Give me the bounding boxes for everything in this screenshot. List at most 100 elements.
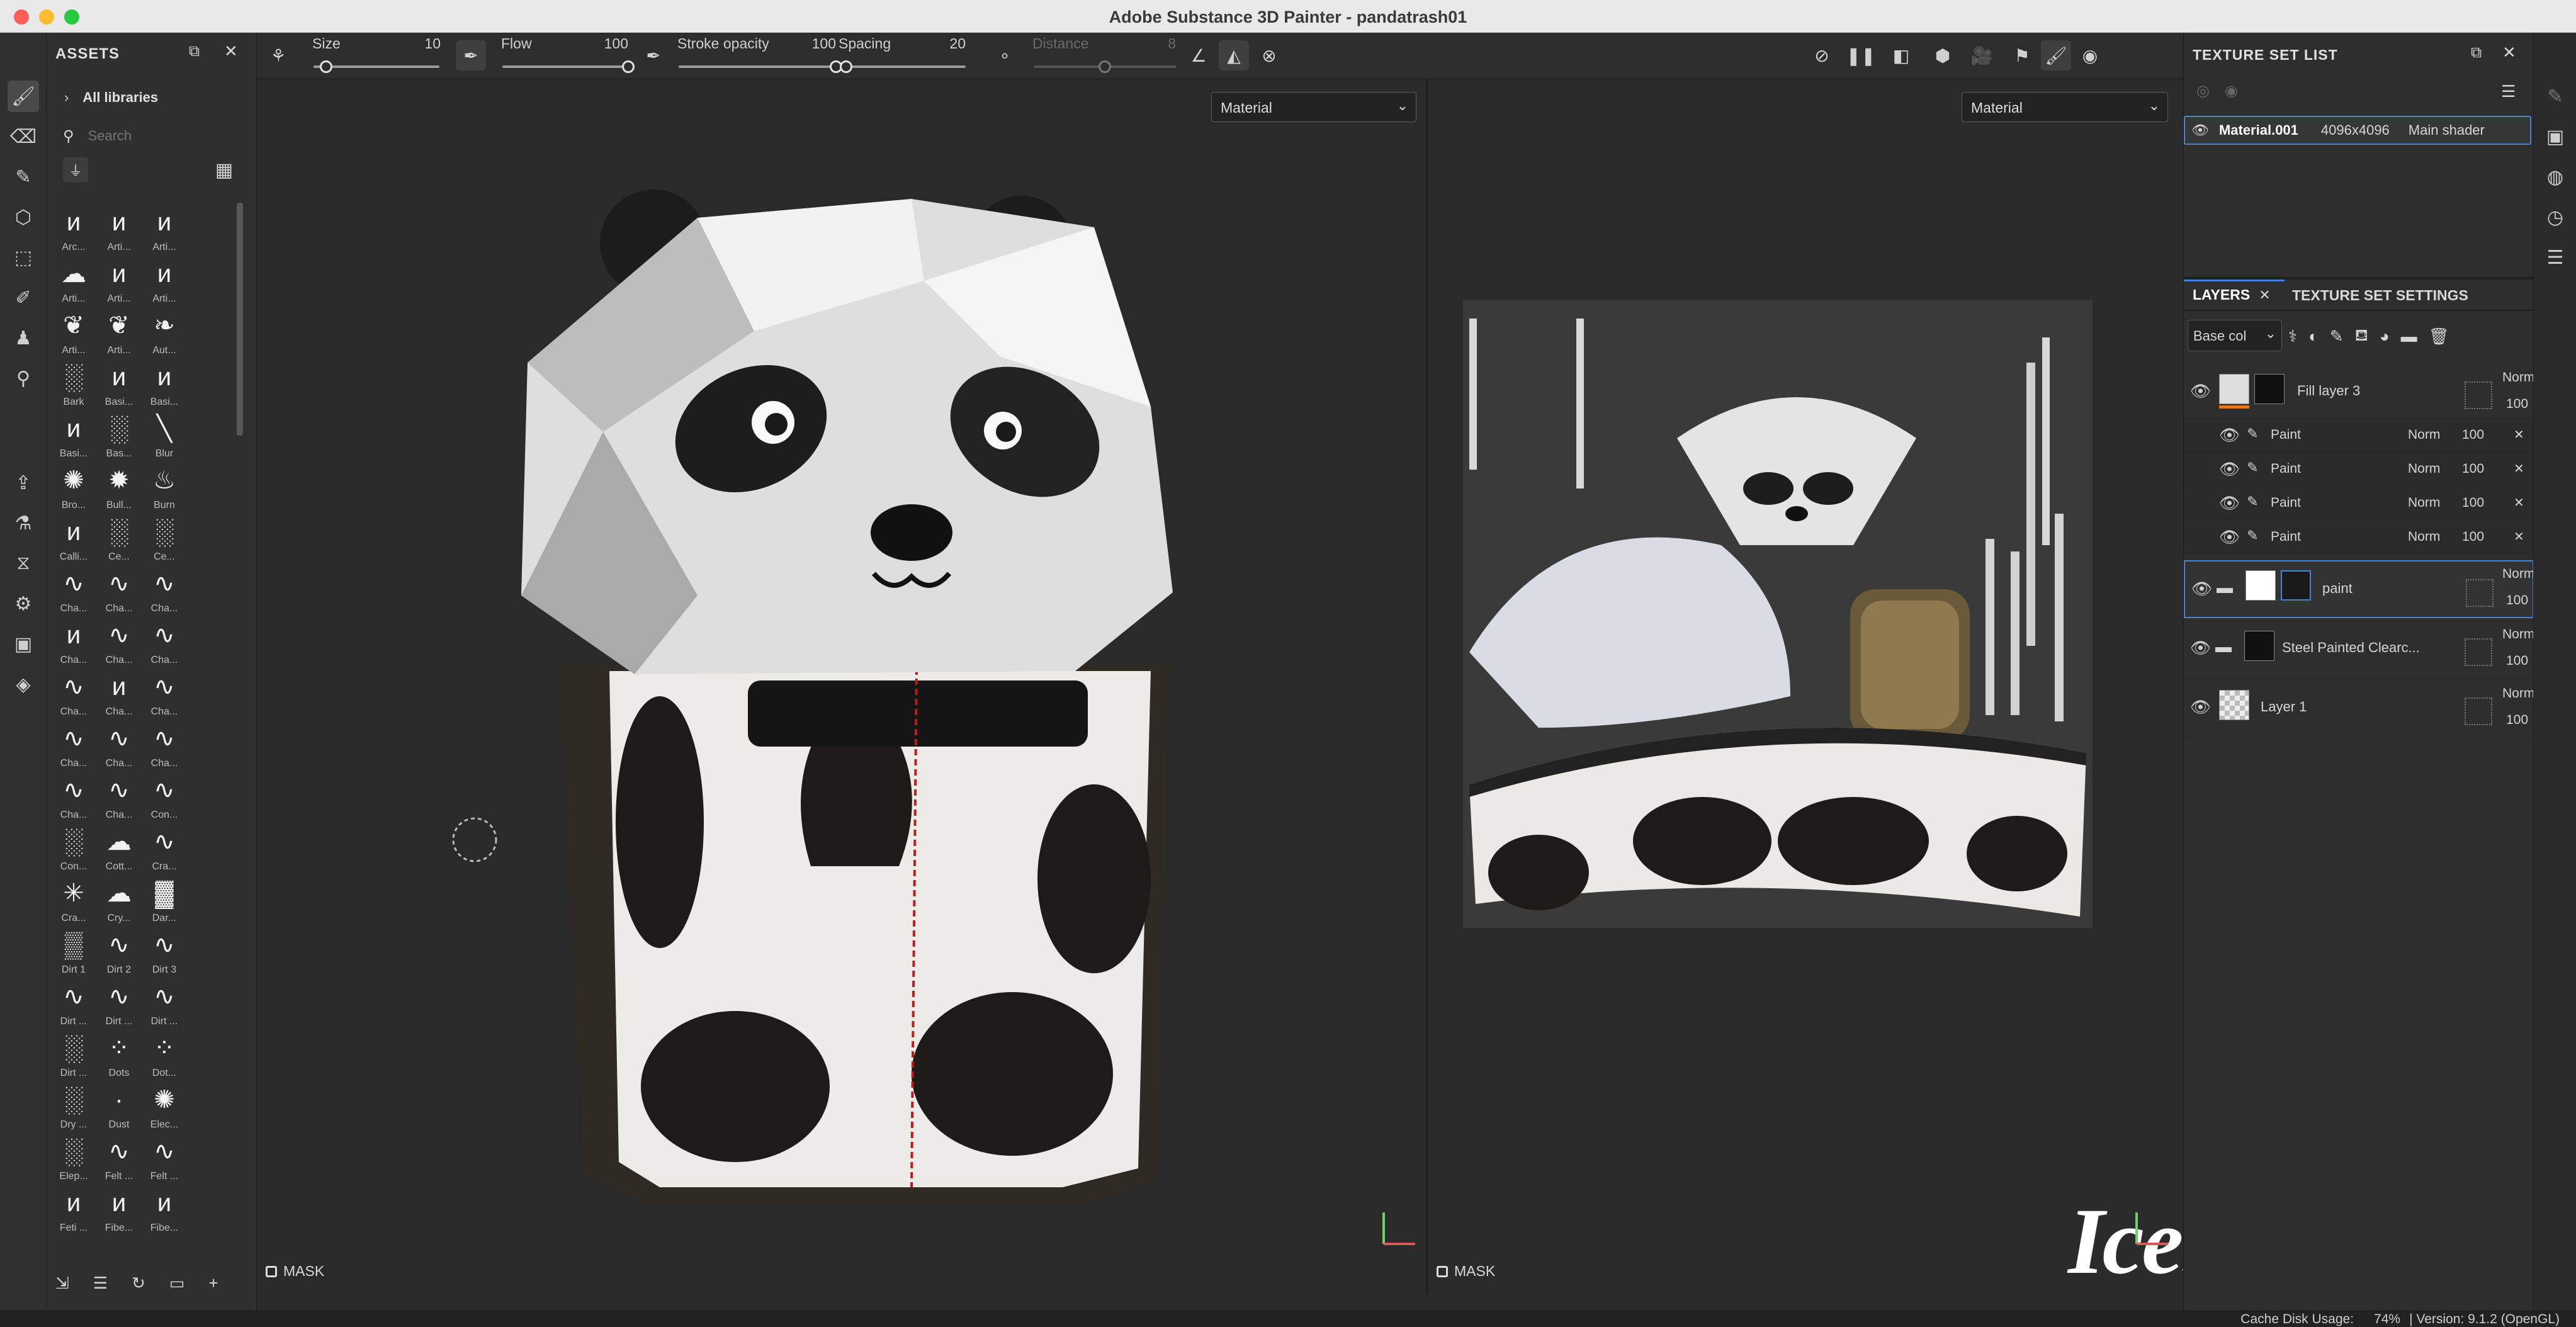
close-icon[interactable]: ✕ [2514,461,2524,477]
brush-thumbnail[interactable]: ░ Dry ... [53,1080,94,1132]
layer-opacity[interactable]: 100 [2506,713,2528,728]
close-icon[interactable]: ✕ [2514,427,2524,443]
brush-thumbnail[interactable]: ░ Bas... [98,409,140,461]
color-picker-icon[interactable]: ⚲ [8,363,39,394]
delete-icon[interactable]: 🗑 [2429,327,2449,346]
brush-thumbnail[interactable]: ∿ Dirt ... [98,977,140,1029]
brush-thumbnail[interactable]: ✺ Elec... [144,1080,185,1132]
settings-icon[interactable]: ⚙ [8,588,39,619]
blend-mode[interactable]: Norm [2408,461,2440,477]
brush-thumbnail[interactable]: ᴎ Basi... [98,358,140,409]
undock-icon[interactable]: ⧉ [189,43,200,60]
effect-opacity[interactable]: 100 [2462,529,2484,545]
brush-thumbnail[interactable]: ░ Bark [53,358,94,409]
hide-ui-icon[interactable]: ⊘ [1807,40,1837,71]
eye-icon[interactable]: 👁 [2219,426,2240,445]
menu-icon[interactable]: ☰ [2501,82,2516,101]
close-icon[interactable]: ✕ [2259,287,2270,303]
channel-select[interactable]: Base col ⌄ [2188,320,2282,351]
add-paint-layer-icon[interactable]: ✎ [2330,327,2344,346]
close-icon[interactable]: ✕ [224,42,238,61]
brush-thumbnail[interactable]: ∿ Cha... [98,616,140,667]
size-slider-knob[interactable] [320,60,332,73]
history-icon[interactable]: ⧖ [8,548,39,579]
eye-icon[interactable]: 👁 [2191,579,2212,599]
viewport-3d[interactable]: Material ⌄ MASK [257,79,1428,1294]
add-smart-material-icon[interactable]: ◕ [2380,327,2390,346]
undock-icon[interactable]: ⧉ [2471,44,2482,62]
spacing-slider[interactable] [840,65,966,68]
eye-icon[interactable]: 👁 [2190,697,2211,717]
library-breadcrumb[interactable]: › All libraries [64,89,158,106]
stroke-opacity-slider[interactable] [679,65,836,68]
brush-thumbnail[interactable]: ᴎ Arti... [144,203,185,254]
layer-opacity[interactable]: 100 [2506,653,2528,669]
brush-thumbnail[interactable]: ░ Dirt ... [53,1029,94,1080]
brush-thumbnail[interactable]: ∿ Cha... [98,771,140,822]
lazy-mouse-icon[interactable]: ∘ [990,40,1020,71]
brush-thumbnail[interactable]: ᴎ Feti ... [53,1183,94,1235]
brush-thumbnail[interactable]: ▓ Dar... [144,874,185,925]
angle-icon[interactable]: ∠ [1183,40,1214,71]
paintbrush-mode-icon[interactable]: 🖌 [2041,40,2071,71]
effect-row[interactable]: 👁 ✎ Paint Norm 100 ✕ [2184,486,2534,520]
brush-thumbnail[interactable]: ∿ Dirt 3 [144,925,185,977]
history-clock-icon[interactable]: ◷ [2539,201,2571,233]
brush-thumbnail[interactable]: ᴎ Arti... [144,254,185,306]
brush-thumbnail[interactable]: ᴎ Calli... [53,512,94,564]
brush-thumbnail[interactable]: ∿ Felt ... [98,1132,140,1183]
close-icon[interactable]: ✕ [2514,495,2524,511]
viewport-2d[interactable]: Material ⌄ MASK IceStyleCG [1429,79,2486,1294]
add-icon[interactable]: + [208,1273,218,1293]
brush-thumbnail[interactable]: ∿ Cha... [53,667,94,719]
smudge-tool-icon[interactable]: ✐ [8,282,39,313]
blend-mode[interactable]: Norm [2408,529,2440,545]
assets-scrollbar[interactable] [237,203,243,436]
split-view-icon[interactable]: ◧ [1886,40,1916,71]
brush-thumbnail[interactable]: ᴎ Basi... [144,358,185,409]
mask-toggle-3d[interactable]: MASK [266,1263,324,1280]
effect-opacity[interactable]: 100 [2462,427,2484,443]
hide-all-icon[interactable]: ◎ [2196,82,2210,100]
brush-thumbnail[interactable]: ᴎ Arc... [53,203,94,254]
refresh-icon[interactable]: ↻ [132,1273,145,1293]
close-icon[interactable]: ✕ [2514,529,2524,545]
screenshot-icon[interactable]: ▣ [8,628,39,660]
effect-row[interactable]: 👁 ✎ Paint Norm 100 ✕ [2184,520,2534,554]
export-icon[interactable]: ⇪ [8,467,39,499]
brush-thumbnail[interactable]: ∿ Cha... [144,564,185,616]
size-slider[interactable] [314,65,439,68]
eye-icon[interactable]: 👁 [2219,528,2240,547]
brush-thumbnail[interactable]: ⁘ Dots [98,1029,140,1080]
blend-mode[interactable]: Norm [2502,370,2534,385]
add-effect-icon[interactable]: ⚕ [2288,327,2297,346]
brush-thumbnail[interactable]: ✹ Bull... [98,461,140,512]
paint-mode-icon[interactable]: ⚑ [2007,40,2037,71]
brush-tool-icon[interactable]: 🖌 [8,81,39,112]
close-icon[interactable]: ✕ [2502,43,2516,62]
blend-mode[interactable]: Norm [2502,686,2534,701]
layer-row-fill[interactable]: 👁 Fill layer 3 Norm 100 [2184,364,2534,418]
brush-thumbnail[interactable]: ░ Ce... [144,512,185,564]
camera-icon[interactable]: 🎥 [1967,40,1997,71]
texture-set-row[interactable]: 👁 Material.001 4096x4096 Main shader [2184,116,2531,145]
brush-thumbnail[interactable]: ᴎ Cha... [98,667,140,719]
brush-thumbnail[interactable]: ∿ Cha... [144,667,185,719]
brush-thumbnail[interactable]: ░ Ce... [98,512,140,564]
brush-thumbnail[interactable]: ∿ Cha... [98,564,140,616]
eye-icon[interactable]: 👁 [2219,460,2240,479]
symmetry-icon[interactable]: ◭ [1219,40,1249,71]
distance-slider-knob[interactable] [1099,60,1111,73]
add-folder-icon[interactable]: ▬ [2401,327,2417,346]
brush-thumbnail[interactable]: ∿ Cha... [144,616,185,667]
selection-tool-icon[interactable]: ⬚ [8,242,39,273]
brush-thumbnail[interactable]: ᴎ Arti... [98,254,140,306]
new-folder-icon[interactable]: ▭ [169,1273,185,1293]
brush-thumbnail[interactable]: ♨ Burn [144,461,185,512]
blend-mode[interactable]: Norm [2502,567,2534,582]
flow-slider-knob[interactable] [622,60,635,73]
brush-thumbnail[interactable]: ᴎ Fibe... [144,1183,185,1235]
symmetry-options-icon[interactable]: ⊗ [1254,40,1284,71]
layer-row-steel-folder[interactable]: 👁 ▬ Steel Painted Clearc... Norm 100 [2184,621,2534,679]
filter-icon[interactable]: ⏚ [63,157,88,183]
